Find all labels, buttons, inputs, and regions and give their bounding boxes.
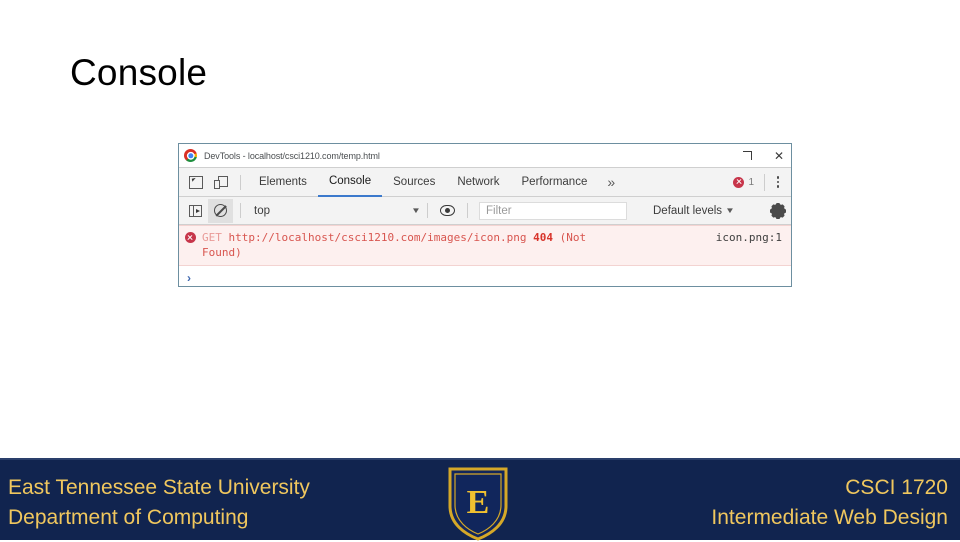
settings-gear-icon bbox=[770, 202, 786, 219]
footer-course-code: CSCI 1720 bbox=[845, 476, 948, 499]
toolbar-divider bbox=[240, 174, 241, 190]
footer-department: Department of Computing bbox=[8, 506, 249, 529]
chevron-down-icon-levels: ▼ bbox=[725, 206, 735, 215]
clear-console-button[interactable] bbox=[208, 198, 233, 223]
chevron-down-icon: ▼ bbox=[411, 206, 421, 215]
console-filter-toolbar: top ▼ Filter Default levels ▼ bbox=[179, 197, 791, 225]
live-expression-icon bbox=[440, 205, 455, 216]
more-tabs-button[interactable]: » bbox=[598, 168, 624, 197]
error-status-code: 404 bbox=[533, 231, 554, 244]
tabbar-right-group: 1 bbox=[731, 169, 791, 195]
tab-performance[interactable]: Performance bbox=[511, 168, 599, 197]
filter-placeholder: Filter bbox=[486, 204, 512, 217]
filter-input[interactable]: Filter bbox=[479, 201, 627, 220]
error-url[interactable]: http://localhost/csci1210.com/images/ico… bbox=[229, 231, 527, 244]
page-title: Console bbox=[70, 52, 208, 93]
device-toolbar-button[interactable] bbox=[208, 169, 233, 195]
error-count-badge[interactable]: 1 bbox=[731, 176, 762, 188]
inspect-element-button[interactable] bbox=[183, 169, 208, 195]
error-circle-icon bbox=[733, 176, 745, 188]
console-error-text: GET http://localhost/csci1210.com/images… bbox=[202, 230, 632, 260]
devtools-window: DevTools - localhost/csci1210.com/temp.h… bbox=[178, 143, 792, 287]
error-circle-icon-message bbox=[185, 232, 196, 243]
filterbar-divider-2 bbox=[427, 203, 428, 218]
error-method: GET bbox=[202, 231, 222, 244]
filterbar-divider-1 bbox=[240, 203, 241, 218]
live-expression-button[interactable] bbox=[435, 198, 460, 224]
execution-context-value: top bbox=[254, 204, 270, 217]
tab-sources[interactable]: Sources bbox=[382, 168, 446, 197]
log-levels-value: Default levels bbox=[653, 204, 723, 217]
inspect-element-icon bbox=[188, 175, 203, 189]
close-window-button[interactable]: ✕ bbox=[771, 148, 787, 164]
chrome-logo-icon bbox=[184, 149, 197, 162]
console-prompt-icon: › bbox=[187, 271, 191, 285]
error-source-link[interactable]: icon.png:1 bbox=[716, 231, 782, 244]
clear-console-icon bbox=[214, 204, 227, 217]
device-toolbar-icon bbox=[213, 175, 228, 189]
restore-window-button[interactable] bbox=[739, 148, 755, 164]
toolbar-divider-right bbox=[764, 173, 765, 191]
console-sidebar-icon bbox=[189, 204, 202, 217]
console-sidebar-button[interactable] bbox=[183, 198, 208, 224]
devtools-titlebar: DevTools - localhost/csci1210.com/temp.h… bbox=[179, 144, 791, 167]
footer-right-text: CSCI 1720 Intermediate Web Design bbox=[711, 473, 948, 533]
log-levels-select[interactable]: Default levels ▼ bbox=[653, 204, 735, 217]
console-error-message[interactable]: GET http://localhost/csci1210.com/images… bbox=[179, 225, 791, 266]
etsu-shield-logo: E bbox=[448, 467, 508, 541]
console-output-area: GET http://localhost/csci1210.com/images… bbox=[179, 225, 791, 286]
devtools-tabbar: Elements Console Sources Network Perform… bbox=[179, 167, 791, 197]
filterbar-divider-3 bbox=[467, 203, 468, 218]
tab-elements[interactable]: Elements bbox=[248, 168, 318, 197]
execution-context-select[interactable]: top ▼ bbox=[248, 204, 421, 217]
devtools-window-title: DevTools - localhost/csci1210.com/temp.h… bbox=[204, 150, 380, 161]
footer-course-name: Intermediate Web Design bbox=[711, 506, 948, 529]
footer-left-text: East Tennessee State University Departme… bbox=[8, 473, 310, 533]
restore-icon bbox=[742, 151, 752, 160]
settings-button[interactable] bbox=[770, 202, 791, 219]
window-controls: ✕ bbox=[739, 144, 787, 167]
slide-footer: East Tennessee State University Departme… bbox=[0, 458, 960, 541]
error-count-value: 1 bbox=[748, 176, 754, 188]
tab-console[interactable]: Console bbox=[317, 168, 383, 197]
tab-network[interactable]: Network bbox=[446, 168, 510, 197]
etsu-logo-letter: E bbox=[467, 484, 490, 521]
console-input-row[interactable]: › bbox=[179, 266, 791, 290]
kebab-menu-icon[interactable] bbox=[768, 169, 788, 195]
footer-university: East Tennessee State University bbox=[8, 476, 310, 499]
